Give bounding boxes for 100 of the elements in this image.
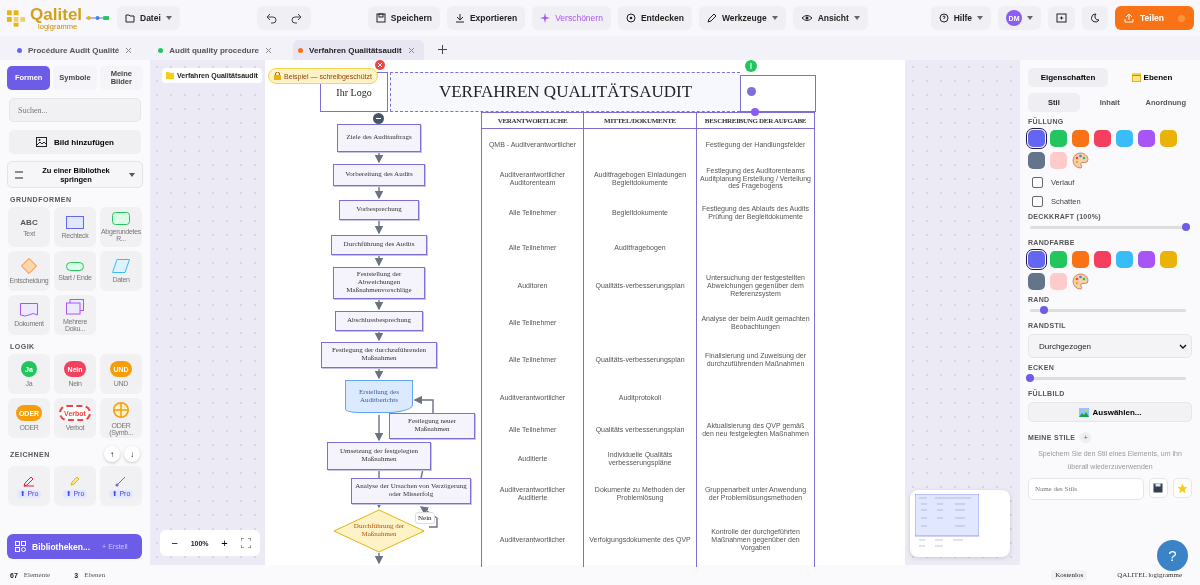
panel-tab[interactable]: Ebenen [1112,68,1192,87]
view-menu-button[interactable]: Ansicht [792,6,868,30]
document-tab[interactable]: Verfahren Qualitätsaudit [293,40,424,60]
palette-icon[interactable] [1072,273,1089,290]
flow-arrow [374,552,384,565]
presentation-button[interactable] [1048,6,1076,30]
diamond-icon [21,258,37,274]
terminator-icon [66,261,84,271]
document-tab[interactable]: Audit quality procedure [153,40,282,60]
zoom-in-button[interactable]: + [219,537,230,549]
checkbox[interactable] [1032,196,1043,207]
redo-icon[interactable] [289,12,302,24]
notepad-icon [1131,73,1141,82]
color-swatch[interactable] [1138,130,1155,147]
color-swatch[interactable] [1094,130,1111,147]
tools-menu-button[interactable]: Werkzeuge [698,6,786,30]
new-tab-icon[interactable] [437,45,447,54]
image-icon [36,137,47,147]
minimap[interactable] [910,490,1010,557]
file-menu-button[interactable]: Datei [117,6,180,30]
pen-icon [23,474,35,487]
flow-arrow [413,395,434,414]
color-swatch[interactable] [1072,251,1089,268]
flow-arrow [419,506,438,528]
floppy-icon [1153,483,1164,494]
sparkle-icon [540,13,551,23]
color-swatch[interactable] [1028,273,1045,290]
logo-icon [6,8,28,28]
document-title: VERFAHREN QUALITÄTSAUDIT [390,72,740,112]
color-swatch[interactable] [1050,130,1067,147]
checkbox[interactable] [1032,177,1043,188]
caret-icon [1027,16,1034,20]
close-icon[interactable] [407,46,415,54]
screen-icon [1056,13,1068,23]
folder-icon [166,72,174,79]
save-style-button[interactable] [1148,478,1168,499]
color-swatch[interactable] [1072,130,1089,147]
link-handle-icon[interactable] [373,113,384,124]
color-swatch[interactable] [1160,251,1177,268]
document-shape-icon [20,303,38,317]
flow-arrow [374,298,384,311]
palette-icon[interactable] [1072,152,1089,169]
color-swatch[interactable] [1028,251,1045,268]
connector-icon [85,14,110,22]
panel-tab[interactable]: Eigenschaften [1028,68,1108,87]
moon-icon [1090,13,1101,23]
image-icon [1078,407,1089,417]
app-logo: Qalitel [30,5,83,23]
tab-title: Procédure Audit Qualité [28,45,120,55]
flow-arrow [374,254,384,267]
star-icon [1176,482,1188,494]
scroll-down-button[interactable]: ↓ [124,446,140,462]
chevron-down-icon [1179,343,1187,349]
save-icon [375,13,386,23]
undo-icon[interactable] [265,12,278,24]
delete-icon[interactable] [375,60,385,70]
flow-arrow [374,219,384,235]
scroll-up-button[interactable]: ↑ [104,446,120,462]
beautify-button[interactable]: Verschönern [532,6,611,30]
color-swatch[interactable] [1094,251,1111,268]
discover-button[interactable]: Entdecken [617,6,692,30]
color-swatch[interactable] [1116,251,1133,268]
pencil-icon [706,13,717,23]
border-style-select[interactable]: Durchgezogen [1028,334,1192,358]
color-swatch[interactable] [1138,251,1155,268]
color-swatch[interactable] [1160,130,1177,147]
help-menu-button[interactable]: Hilfe [930,6,992,30]
fullscreen-icon[interactable] [240,538,251,548]
parallelogram-icon [112,259,130,273]
export-button[interactable]: Exportieren [446,6,526,30]
document-tab[interactable]: Procédure Audit Qualité [12,40,142,60]
color-swatch[interactable] [1116,130,1133,147]
color-swatch[interactable] [1050,251,1067,268]
close-icon[interactable] [125,46,133,54]
add-image-button[interactable]: Bild hinzufügen [9,130,141,154]
close-icon[interactable] [265,46,273,54]
caret-icon [977,16,984,20]
tab-title: Audit quality procedure [169,45,260,55]
zoom-out-button[interactable]: − [169,537,180,549]
choose-image-button[interactable]: Auswählen... [1028,402,1192,422]
search-field[interactable]: Suchen... [9,98,141,122]
color-swatch[interactable] [1050,152,1067,169]
eye-icon [800,13,813,23]
notification-dot [1178,14,1185,22]
color-swatch[interactable] [1028,152,1045,169]
color-swatch[interactable] [1050,273,1067,290]
handle-icon[interactable] [751,108,759,116]
upload-icon [1124,13,1135,23]
anchor-dot[interactable] [747,87,756,96]
border-width-slider[interactable] [1030,309,1186,312]
caret-icon [165,16,172,20]
dark-mode-button[interactable] [1082,6,1109,30]
caret-icon [771,16,778,20]
lock-icon [274,72,281,80]
save-button[interactable]: Speichern [367,6,440,30]
help-icon [938,13,949,23]
rotate-handle-icon[interactable] [745,60,757,72]
menu-icon [15,170,23,179]
color-swatch[interactable] [1028,130,1045,147]
crossed-circle-icon [112,400,130,419]
